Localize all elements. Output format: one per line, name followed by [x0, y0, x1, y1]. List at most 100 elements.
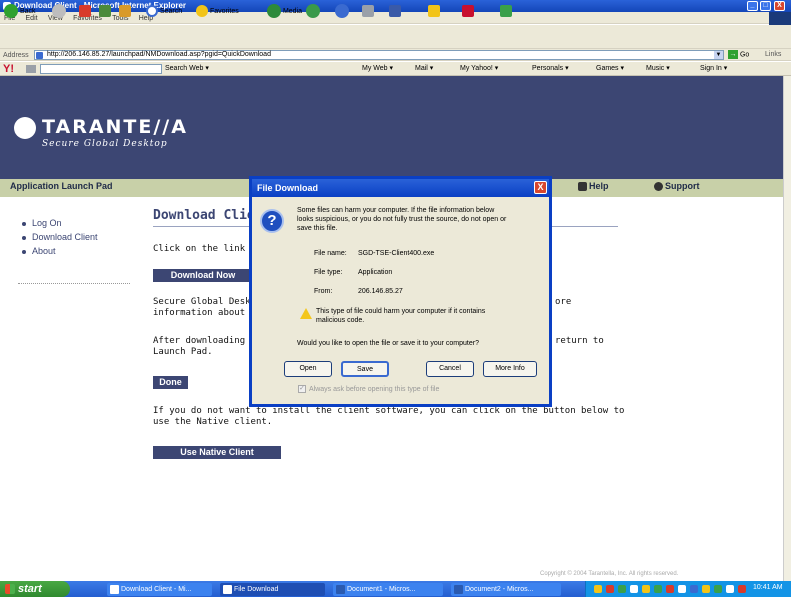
tray-icon[interactable]: [726, 585, 734, 593]
bullet-icon: [22, 249, 26, 254]
download-now-button[interactable]: Download Now: [153, 269, 253, 282]
page-scrollbar[interactable]: [783, 76, 791, 581]
nav-about-label: About: [32, 246, 56, 256]
back-label: Back: [19, 8, 36, 15]
address-url: http://206.146.85.27/launchpad/NMDownloa…: [47, 51, 271, 58]
discuss-button[interactable]: [428, 4, 440, 20]
tray-icon[interactable]: [702, 585, 710, 593]
support-link[interactable]: Support: [654, 181, 700, 192]
task-download-client[interactable]: Download Client - Mi...: [107, 583, 212, 596]
task-document2[interactable]: Document2 - Micros...: [451, 583, 561, 596]
open-button[interactable]: Open: [284, 361, 332, 377]
yahoo-logo-icon[interactable]: Y!: [3, 63, 14, 75]
tray-icon[interactable]: [714, 585, 722, 593]
always-ask-checkbox[interactable]: ✓: [298, 385, 306, 393]
logo-subtitle: Secure Global Desktop: [42, 139, 168, 149]
pencil-icon[interactable]: [26, 65, 36, 73]
yahoo-search-input[interactable]: [40, 64, 162, 74]
side-divider: [18, 283, 130, 284]
mail-button[interactable]: [335, 4, 349, 20]
word-icon: [389, 5, 401, 18]
home-button[interactable]: [119, 4, 131, 20]
my-yahoo-button[interactable]: My Yahoo! ▾: [460, 64, 498, 72]
tray-icon[interactable]: [606, 585, 614, 593]
forward-button[interactable]: [52, 4, 66, 20]
maximize-button[interactable]: □: [760, 1, 771, 11]
support-icon: [654, 182, 663, 192]
info-text-line2: information about t: [153, 308, 256, 318]
tray-icon[interactable]: [738, 585, 746, 593]
music-button[interactable]: Music ▾: [646, 64, 670, 72]
open-or-save-question: Would you like to open the file or save …: [297, 340, 479, 347]
media-button[interactable]: Media: [267, 4, 302, 20]
favorites-button[interactable]: Favorites: [196, 4, 239, 20]
sign-in-button[interactable]: Sign In ▾: [700, 64, 727, 72]
history-button[interactable]: [306, 4, 320, 20]
harm-warning-line2: malicious code.: [316, 317, 365, 324]
task-document1[interactable]: Document1 - Micros...: [333, 583, 443, 596]
file-name-label: File name:: [314, 250, 347, 257]
go-label: Go: [739, 51, 750, 59]
tray-icon[interactable]: [690, 585, 698, 593]
personals-button[interactable]: Personals ▾: [532, 64, 569, 72]
nav-download-client[interactable]: Download Client: [22, 232, 98, 242]
games-label: Games: [596, 65, 619, 72]
search-web-button[interactable]: Search Web ▾: [165, 64, 209, 72]
search-button[interactable]: Search: [146, 4, 182, 20]
tray-icon[interactable]: [618, 585, 626, 593]
nav-download-client-label: Download Client: [32, 232, 98, 242]
go-arrow-icon: →: [728, 50, 738, 59]
tray-icon[interactable]: [630, 585, 638, 593]
from-value: 206.146.85.27: [358, 288, 403, 295]
favorites-label: Favorites: [209, 8, 239, 15]
dialog-close-button[interactable]: X: [534, 181, 547, 194]
messenger-button[interactable]: [500, 4, 512, 20]
tray-icon[interactable]: [678, 585, 686, 593]
from-label: From:: [314, 288, 333, 295]
tray-icon[interactable]: [594, 585, 602, 593]
mail-yahoo-button[interactable]: Mail ▾: [415, 64, 433, 72]
tray-icon[interactable]: [654, 585, 662, 593]
launch-pad-title: Application Launch Pad: [10, 181, 113, 191]
task-label: Download Client - Mi...: [121, 586, 192, 593]
word-icon: [336, 585, 345, 594]
my-web-button[interactable]: My Web ▾: [362, 64, 393, 72]
done-button[interactable]: Done: [153, 376, 188, 389]
help-label: Help: [589, 181, 609, 191]
save-button[interactable]: Save: [341, 361, 389, 377]
refresh-button[interactable]: [99, 4, 111, 20]
games-button[interactable]: Games ▾: [596, 64, 624, 72]
tray-icon[interactable]: [642, 585, 650, 593]
back-button[interactable]: Back: [4, 4, 36, 20]
close-window-button[interactable]: X: [774, 1, 785, 11]
start-label: start: [18, 583, 42, 595]
print-button[interactable]: [362, 4, 374, 20]
native-info-line1: If you do not want to install the client…: [153, 406, 625, 416]
cancel-button[interactable]: Cancel: [426, 361, 474, 377]
links-label[interactable]: Links: [765, 51, 781, 58]
task-file-download[interactable]: File Download: [220, 583, 325, 596]
nav-log-on[interactable]: Log On: [22, 218, 98, 228]
messenger-icon: [500, 5, 512, 18]
stop-button[interactable]: [79, 4, 91, 20]
use-native-client-button[interactable]: Use Native Client: [153, 446, 281, 459]
file-name-value: SGD-TSE-Client400.exe: [358, 250, 435, 257]
help-icon: [578, 182, 587, 192]
harm-warning-line1: This type of file could harm your comput…: [316, 308, 486, 315]
help-link[interactable]: Help: [578, 181, 609, 192]
address-dropdown[interactable]: ▼: [714, 51, 723, 59]
after-download-line2: Launch Pad.: [153, 347, 213, 357]
media-label: Media: [282, 8, 303, 15]
more-info-button[interactable]: More Info: [483, 361, 537, 377]
task-label: Document2 - Micros...: [465, 586, 534, 593]
address-input[interactable]: http://206.146.85.27/launchpad/NMDownloa…: [34, 50, 724, 60]
go-button[interactable]: → Go: [728, 50, 758, 60]
support-label: Support: [665, 181, 700, 191]
tray-icon[interactable]: [666, 585, 674, 593]
nav-about[interactable]: About: [22, 246, 98, 256]
edit-button[interactable]: [389, 4, 401, 20]
yahoo-toolbar-button[interactable]: [462, 4, 474, 20]
task-label: File Download: [234, 586, 279, 593]
minimize-button[interactable]: _: [747, 1, 758, 11]
refresh-icon: [99, 5, 111, 18]
